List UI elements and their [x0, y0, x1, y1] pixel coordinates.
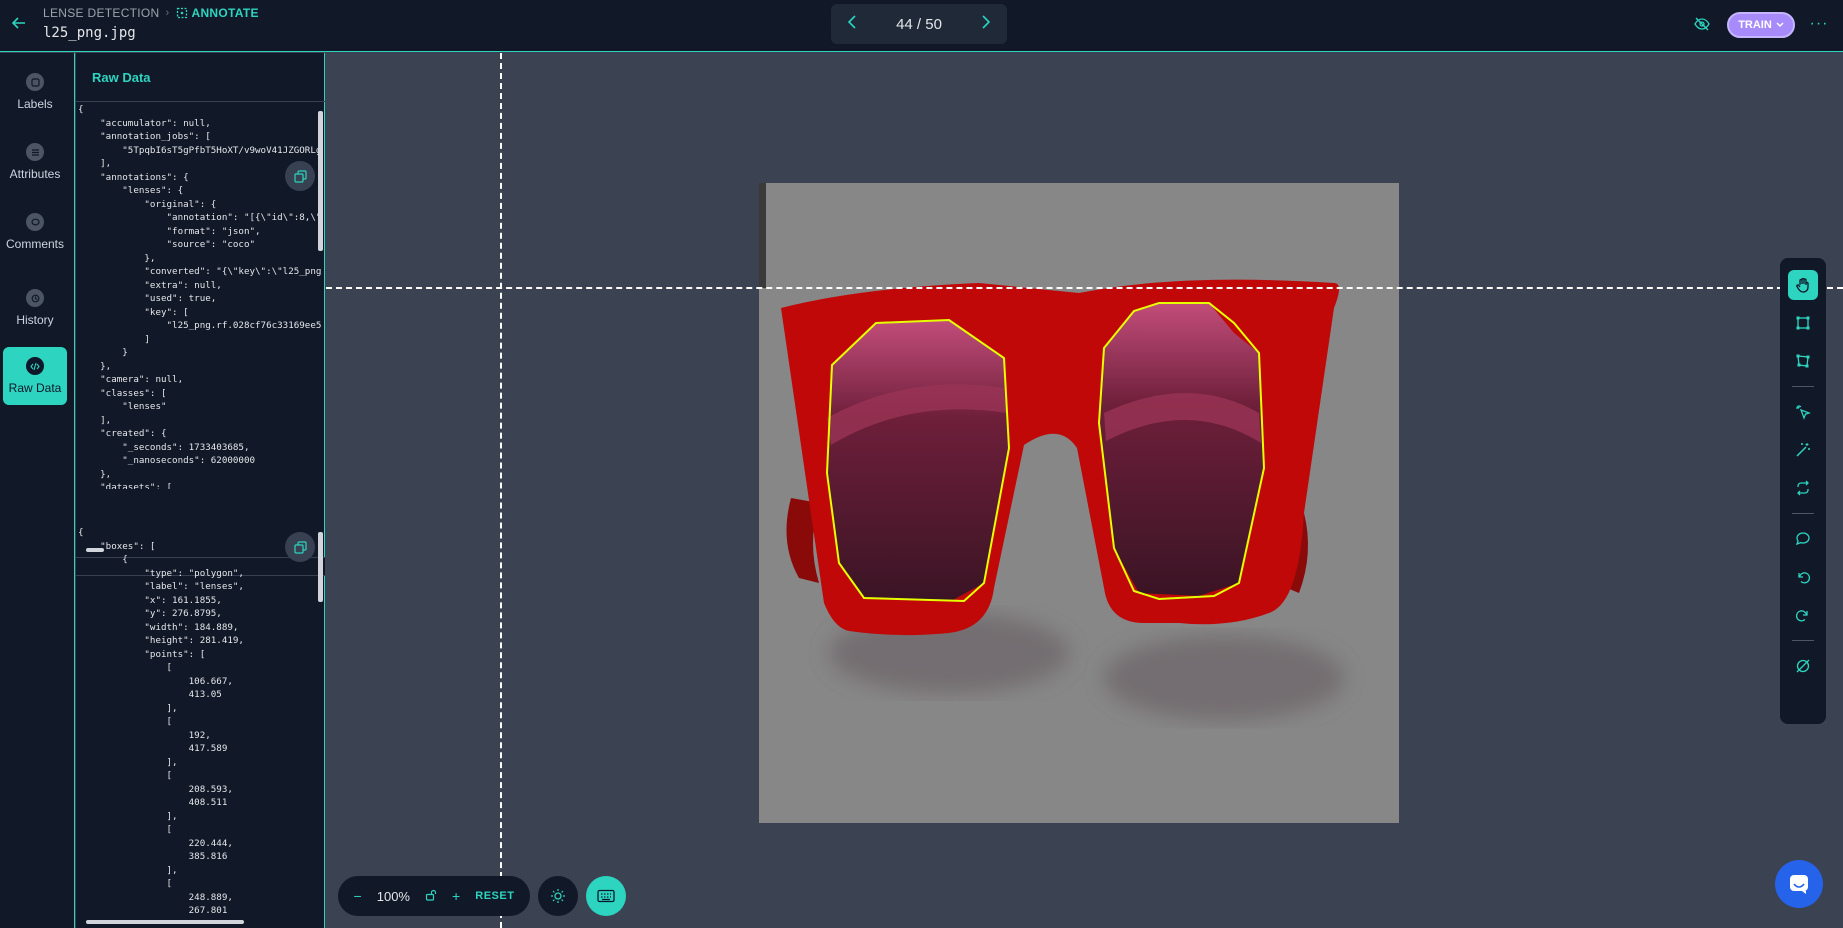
tool-palette — [1780, 258, 1826, 724]
brightness-icon[interactable] — [538, 876, 578, 916]
tag-icon — [26, 73, 44, 91]
breadcrumb-project[interactable]: LENSE DETECTION — [43, 6, 160, 20]
raw-data-title: Raw Data — [92, 70, 151, 85]
more-options-icon[interactable]: ··· — [1809, 12, 1829, 36]
eye-off-icon[interactable] — [1692, 14, 1712, 34]
annotated-image[interactable] — [759, 183, 1399, 823]
magic-wand-icon[interactable] — [1788, 435, 1818, 465]
nav-item-labels[interactable]: Labels — [3, 63, 67, 121]
keyboard-shortcuts-icon[interactable] — [586, 876, 626, 916]
next-image-chevron-icon[interactable] — [981, 14, 991, 34]
breadcrumb: LENSE DETECTION › ANNOTATE — [43, 6, 259, 20]
zoom-out-button[interactable]: − — [354, 888, 362, 904]
vertical-scrollbar[interactable] — [318, 111, 323, 251]
pager-count: 44 / 50 — [896, 15, 942, 33]
raw-json-text[interactable]: { "accumulator": null, "annotation_jobs"… — [76, 103, 325, 489]
image-pager: 44 / 50 — [831, 4, 1007, 44]
chevron-down-icon — [1776, 22, 1784, 27]
top-bar: LENSE DETECTION › ANNOTATE l25_png.jpg 4… — [0, 0, 1843, 52]
annotation-canvas[interactable] — [326, 53, 1843, 928]
polygon-tool-icon[interactable] — [1788, 346, 1818, 376]
left-nav: Labels Attributes Comments History Raw D… — [0, 53, 75, 928]
breadcrumb-mode: ANNOTATE — [176, 6, 259, 20]
boxes-json-viewer[interactable]: { "boxes": [ { "type": "polygon", "label… — [76, 526, 325, 928]
nav-label-history: History — [16, 313, 54, 327]
list-icon — [26, 143, 44, 161]
breadcrumb-separator: › — [165, 7, 170, 19]
horizontal-scrollbar[interactable] — [80, 919, 316, 925]
boxes-json-text[interactable]: { "boxes": [ { "type": "polygon", "label… — [76, 526, 325, 918]
null-annotation-icon[interactable] — [1788, 651, 1818, 681]
redo-icon[interactable] — [1788, 600, 1818, 630]
copy-icon[interactable] — [285, 532, 315, 562]
vertical-scrollbar[interactable] — [318, 532, 323, 602]
toolbar-separator — [1792, 513, 1814, 514]
prev-image-chevron-icon[interactable] — [847, 14, 857, 34]
nav-label-attributes: Attributes — [9, 167, 61, 181]
train-button-label: TRAIN — [1738, 19, 1772, 31]
horizontal-scroll-thumb[interactable] — [86, 920, 244, 924]
nav-label-comments: Comments — [5, 237, 64, 251]
copy-icon[interactable] — [285, 161, 315, 191]
back-arrow-icon[interactable] — [8, 12, 30, 34]
lock-zoom-icon[interactable] — [425, 888, 437, 904]
nav-item-history[interactable]: History — [3, 279, 67, 337]
undo-icon[interactable] — [1788, 562, 1818, 592]
zoom-level: 100% — [376, 888, 410, 904]
nav-item-attributes[interactable]: Attributes — [3, 133, 67, 191]
support-chat-icon[interactable] — [1775, 860, 1823, 908]
annotate-icon — [176, 7, 187, 19]
toolbar-separator — [1792, 640, 1814, 641]
breadcrumb-mode-label: ANNOTATE — [191, 6, 259, 20]
code-icon — [26, 357, 44, 375]
nav-label-labels: Labels — [17, 97, 53, 111]
sunglasses-image — [759, 183, 1399, 823]
zoom-in-button[interactable]: + — [452, 888, 460, 904]
toolbar-separator — [1792, 386, 1814, 387]
train-button[interactable]: TRAIN — [1727, 12, 1795, 38]
zoom-controls: − 100% + RESET — [338, 876, 530, 916]
bounding-box-icon[interactable] — [1788, 308, 1818, 338]
file-name: l25_png.jpg — [43, 25, 136, 41]
comment-icon — [26, 213, 44, 231]
hand-pan-icon[interactable] — [1788, 270, 1818, 300]
raw-data-panel: Raw Data { "accumulator": null, "annotat… — [76, 53, 325, 928]
repeat-icon[interactable] — [1788, 473, 1818, 503]
smart-select-icon[interactable] — [1788, 397, 1818, 427]
history-icon — [26, 289, 44, 307]
nav-item-raw-data[interactable]: Raw Data — [3, 347, 67, 405]
raw-json-viewer[interactable]: { "accumulator": null, "annotation_jobs"… — [76, 103, 325, 558]
panel-divider — [76, 101, 325, 102]
reset-zoom-button[interactable]: RESET — [475, 890, 514, 902]
nav-label-raw-data: Raw Data — [8, 381, 62, 395]
crosshair-horizontal — [326, 287, 1843, 289]
crosshair-vertical — [500, 53, 502, 928]
comment-icon[interactable] — [1788, 524, 1818, 554]
nav-item-comments[interactable]: Comments — [3, 203, 67, 261]
